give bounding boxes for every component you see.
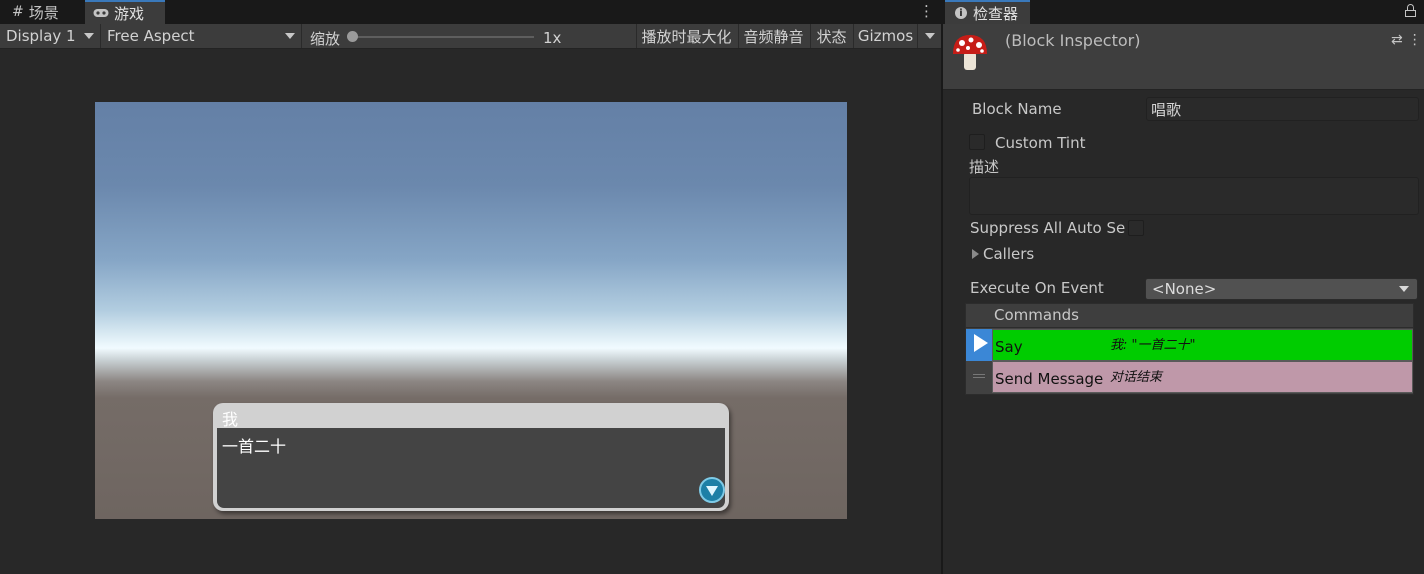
- tab-scene-label: 场景: [28, 3, 59, 22]
- tab-inspector-label: 检查器: [973, 4, 1019, 23]
- game-toolbar: Display 1 Free Aspect 缩放 1x 播放时最大化 音频静音 …: [0, 24, 941, 49]
- chevron-down-icon: [1399, 286, 1409, 292]
- say-character-name: 我: [222, 410, 239, 429]
- left-tab-bar: # 场景 游戏 ⋮: [0, 0, 941, 24]
- mute-audio-button[interactable]: 音频静音: [738, 24, 808, 48]
- command-summary: 我: "一首二十": [1110, 338, 1196, 353]
- gizmos-dropdown-button[interactable]: [917, 24, 941, 48]
- chevron-down-icon: [924, 33, 935, 39]
- maximize-on-play-button[interactable]: 播放时最大化: [636, 24, 736, 48]
- zoom-slider-handle[interactable]: [347, 31, 358, 42]
- zoom-slider-track[interactable]: [352, 36, 534, 38]
- callers-label: Callers: [983, 245, 1035, 263]
- custom-tint-checkbox[interactable]: [969, 134, 985, 150]
- command-name: Say: [995, 338, 1023, 356]
- command-body[interactable]: Say 我: "一首二十": [992, 329, 1413, 361]
- execute-on-event-label: Execute On Event: [970, 279, 1104, 297]
- block-name-value: 唱歌: [1151, 100, 1182, 119]
- settings-sliders-icon[interactable]: ⇄⋮: [1391, 32, 1424, 48]
- game-panel: # 场景 游戏 ⋮ Display 1 Free Aspect 缩放 1x 播放…: [0, 0, 941, 574]
- commands-list: Commands Say 我: "一首二十" Send Message 对话结束: [965, 303, 1414, 395]
- command-body[interactable]: Send Message 对话结束: [992, 361, 1413, 393]
- chevron-down-icon: [285, 33, 295, 39]
- aspect-dropdown[interactable]: Free Aspect: [101, 24, 302, 48]
- description-label: 描述: [969, 158, 1000, 176]
- execute-on-event-dropdown[interactable]: <None>: [1145, 278, 1418, 300]
- continue-arrow-icon[interactable]: [699, 477, 725, 503]
- zoom-label: 缩放: [310, 30, 341, 48]
- triangle-right-icon: [972, 249, 979, 259]
- info-icon: i: [955, 7, 967, 19]
- commands-header: Commands: [966, 304, 1413, 328]
- say-text-panel: 一首二十: [217, 428, 725, 508]
- aspect-dropdown-label: Free Aspect: [107, 27, 195, 45]
- say-story-text: 一首二十: [222, 437, 287, 456]
- suppress-auto-select-checkbox[interactable]: [1128, 220, 1144, 236]
- inspector-title: (Block Inspector): [1005, 31, 1141, 50]
- custom-tint-label: Custom Tint: [995, 134, 1086, 152]
- tab-game-label: 游戏: [114, 4, 145, 23]
- command-row-say[interactable]: Say 我: "一首二十": [966, 329, 1413, 361]
- description-field[interactable]: [969, 177, 1419, 215]
- more-menu-icon[interactable]: ⋮: [919, 2, 934, 22]
- inspector-header: (Block Inspector) ⇄⋮: [943, 24, 1424, 90]
- command-name: Send Message: [995, 370, 1104, 388]
- chevron-down-icon: [84, 33, 94, 39]
- callers-foldout[interactable]: Callers: [972, 245, 1034, 263]
- command-row-send-message[interactable]: Send Message 对话结束: [966, 361, 1413, 393]
- display-dropdown-label: Display 1: [6, 27, 76, 45]
- suppress-auto-select-label: Suppress All Auto Se: [970, 219, 1126, 237]
- drag-handle[interactable]: [966, 361, 992, 393]
- tab-game[interactable]: 游戏: [85, 0, 165, 24]
- mushroom-icon: [951, 32, 989, 72]
- command-summary: 对话结束: [1110, 370, 1163, 385]
- lock-icon[interactable]: [1405, 4, 1416, 17]
- block-name-label: Block Name: [972, 100, 1062, 118]
- selected-arrow-icon[interactable]: [966, 329, 992, 361]
- tab-inspector[interactable]: i 检查器: [945, 0, 1031, 24]
- tab-scene[interactable]: # 场景: [4, 0, 67, 24]
- inspector-tab-bar: i 检查器: [943, 0, 1424, 24]
- commands-title: Commands: [994, 306, 1079, 324]
- gizmos-button[interactable]: Gizmos: [853, 24, 917, 48]
- zoom-value: 1x: [543, 29, 562, 47]
- drag-handle-icon: [973, 374, 985, 378]
- stats-button[interactable]: 状态: [810, 24, 852, 48]
- inspector-panel: i 检查器 (Block Inspector) ⇄⋮ Block Name 唱歌: [943, 0, 1424, 574]
- grid-icon: #: [12, 4, 24, 20]
- say-dialog[interactable]: 我 一首二十: [213, 403, 729, 511]
- gamepad-icon: [93, 4, 109, 22]
- block-name-field[interactable]: 唱歌: [1146, 97, 1419, 121]
- execute-on-event-value: <None>: [1152, 280, 1217, 298]
- display-dropdown[interactable]: Display 1: [0, 24, 101, 48]
